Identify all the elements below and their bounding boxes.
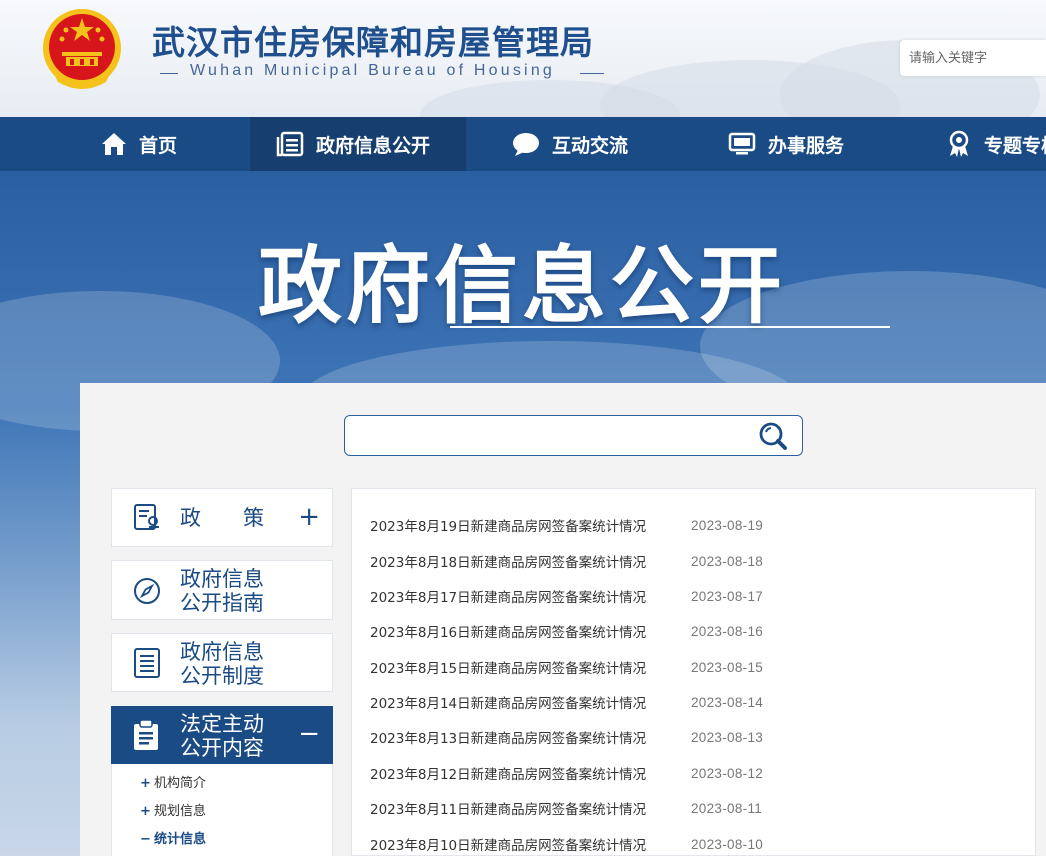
list-item-title[interactable]: 2023年8月16日新建商品房网签备案统计情况	[370, 621, 691, 641]
sidebar-item-statutory[interactable]: 法定主动 公开内容 −	[111, 706, 333, 764]
content-search-box	[344, 415, 803, 456]
monitor-icon	[728, 132, 756, 155]
sidebar-item-label: 政府信息 公开指南	[180, 567, 264, 615]
list-item-title[interactable]: 2023年8月17日新建商品房网签备案统计情况	[370, 586, 691, 606]
header-search-input[interactable]	[900, 40, 1040, 76]
award-icon	[949, 130, 969, 157]
list-item[interactable]: 2023年8月18日新建商品房网签备案统计情况 2023-08-18	[370, 551, 764, 572]
list-item-date: 2023-08-17	[691, 588, 764, 604]
sub-item-label: 机构简介	[154, 776, 207, 791]
article-list: 2023年8月19日新建商品房网签备案统计情况 2023-08-19 2023年8…	[351, 488, 1036, 856]
content-search-input[interactable]	[353, 416, 743, 455]
list-item-title[interactable]: 2023年8月18日新建商品房网签备案统计情况	[370, 551, 691, 571]
sidebar-item-label: 法定主动 公开内容	[180, 712, 264, 760]
list-item-date: 2023-08-19	[691, 517, 764, 533]
nav-item-label: 政府信息公开	[316, 134, 431, 157]
nav-item-gov-info[interactable]: 政府信息公开	[250, 117, 466, 171]
list-item-date: 2023-08-13	[691, 729, 764, 745]
document-list-icon	[276, 131, 304, 157]
list-item-date: 2023-08-11	[691, 800, 763, 816]
sub-item-marker: +	[140, 804, 151, 819]
collapse-toggle[interactable]: −	[298, 721, 320, 747]
list-item[interactable]: 2023年8月11日新建商品房网签备案统计情况 2023-08-11	[370, 798, 763, 819]
list-item-title[interactable]: 2023年8月11日新建商品房网签备案统计情况	[370, 798, 691, 818]
banner-title: 政府信息公开	[258, 237, 787, 335]
list-item-title[interactable]: 2023年8月15日新建商品房网签备案统计情况	[370, 657, 691, 677]
list-item[interactable]: 2023年8月13日新建商品房网签备案统计情况 2023-08-13	[370, 727, 764, 748]
sub-item-label: 规划信息	[154, 804, 207, 819]
list-item-date: 2023-08-15	[691, 659, 764, 675]
list-item-title[interactable]: 2023年8月13日新建商品房网签备案统计情况	[370, 727, 691, 747]
main-nav: 首页 政府信息公开 互动交流 办事服务 专题专	[0, 117, 1046, 171]
sidebar-item-label: 政 策	[180, 506, 264, 530]
nav-item-interaction[interactable]: 互动交流	[512, 117, 628, 171]
nav-item-label: 办事服务	[768, 134, 845, 157]
subtitle-dash-right	[580, 73, 604, 74]
sub-item-marker: −	[140, 832, 151, 847]
nav-item-services[interactable]: 办事服务	[728, 117, 844, 171]
content-panel: 政 策 + 政府信息 公开指南 政府信息 公开制度 法定主动 公开内容 − + …	[80, 383, 1046, 856]
sidebar-item-policy[interactable]: 政 策 +	[111, 488, 333, 547]
list-item-date: 2023-08-10	[691, 836, 764, 852]
list-item-date: 2023-08-12	[691, 765, 764, 781]
clipboard-icon	[134, 719, 158, 750]
list-item-title[interactable]: 2023年8月10日新建商品房网签备案统计情况	[370, 834, 691, 854]
list-item[interactable]: 2023年8月16日新建商品房网签备案统计情况 2023-08-16	[370, 621, 764, 642]
site-header: 武汉市住房保障和房屋管理局 Wuhan Municipal Bureau of …	[0, 0, 1046, 117]
nav-item-label: 首页	[139, 134, 178, 157]
list-doc-icon	[134, 648, 160, 678]
list-item[interactable]: 2023年8月10日新建商品房网签备案统计情况 2023-08-10	[370, 834, 764, 855]
sidebar-sub-list: + 机构简介 + 规划信息 − 统计信息	[111, 764, 333, 856]
header-search-box	[900, 40, 1046, 76]
list-item[interactable]: 2023年8月17日新建商品房网签备案统计情况 2023-08-17	[370, 586, 764, 607]
list-item-title[interactable]: 2023年8月19日新建商品房网签备案统计情况	[370, 515, 691, 535]
sidebar-item-guide[interactable]: 政府信息 公开指南	[111, 560, 333, 620]
list-item-date: 2023-08-14	[691, 694, 764, 710]
banner-underline	[450, 326, 890, 328]
list-item-title[interactable]: 2023年8月12日新建商品房网签备案统计情况	[370, 763, 691, 783]
policy-doc-icon	[134, 504, 159, 530]
site-title: 武汉市住房保障和房屋管理局	[152, 23, 594, 62]
list-item[interactable]: 2023年8月14日新建商品房网签备案统计情况 2023-08-14	[370, 692, 764, 713]
chat-bubble-icon	[513, 133, 539, 156]
sub-item-marker: +	[140, 776, 151, 791]
list-item-title[interactable]: 2023年8月14日新建商品房网签备案统计情况	[370, 692, 691, 712]
subtitle-dash-left	[160, 73, 178, 74]
sub-item-org-intro[interactable]: + 机构简介	[140, 772, 206, 791]
nav-item-home[interactable]: 首页	[101, 117, 177, 171]
site-subtitle: Wuhan Municipal Bureau of Housing	[190, 62, 556, 79]
national-emblem-icon	[43, 9, 121, 89]
sidebar-item-label: 政府信息 公开制度	[180, 640, 264, 688]
home-icon	[102, 133, 126, 155]
search-icon[interactable]	[758, 421, 790, 451]
nav-item-label: 专题专栏	[984, 134, 1046, 157]
list-item-date: 2023-08-16	[691, 623, 764, 639]
sub-item-label: 统计信息	[154, 832, 207, 847]
nav-item-label: 互动交流	[552, 134, 629, 157]
list-item[interactable]: 2023年8月15日新建商品房网签备案统计情况 2023-08-15	[370, 657, 764, 678]
sidebar-item-system[interactable]: 政府信息 公开制度	[111, 633, 333, 692]
sub-item-planning[interactable]: + 规划信息	[140, 800, 206, 819]
list-item[interactable]: 2023年8月12日新建商品房网签备案统计情况 2023-08-12	[370, 763, 764, 784]
expand-toggle[interactable]: +	[298, 504, 320, 530]
list-item[interactable]: 2023年8月19日新建商品房网签备案统计情况 2023-08-19	[370, 515, 764, 536]
list-item-date: 2023-08-18	[691, 553, 764, 569]
nav-item-topics[interactable]: 专题专栏	[946, 117, 1046, 171]
sub-item-statistics[interactable]: − 统计信息	[140, 828, 206, 847]
compass-icon	[134, 578, 160, 604]
